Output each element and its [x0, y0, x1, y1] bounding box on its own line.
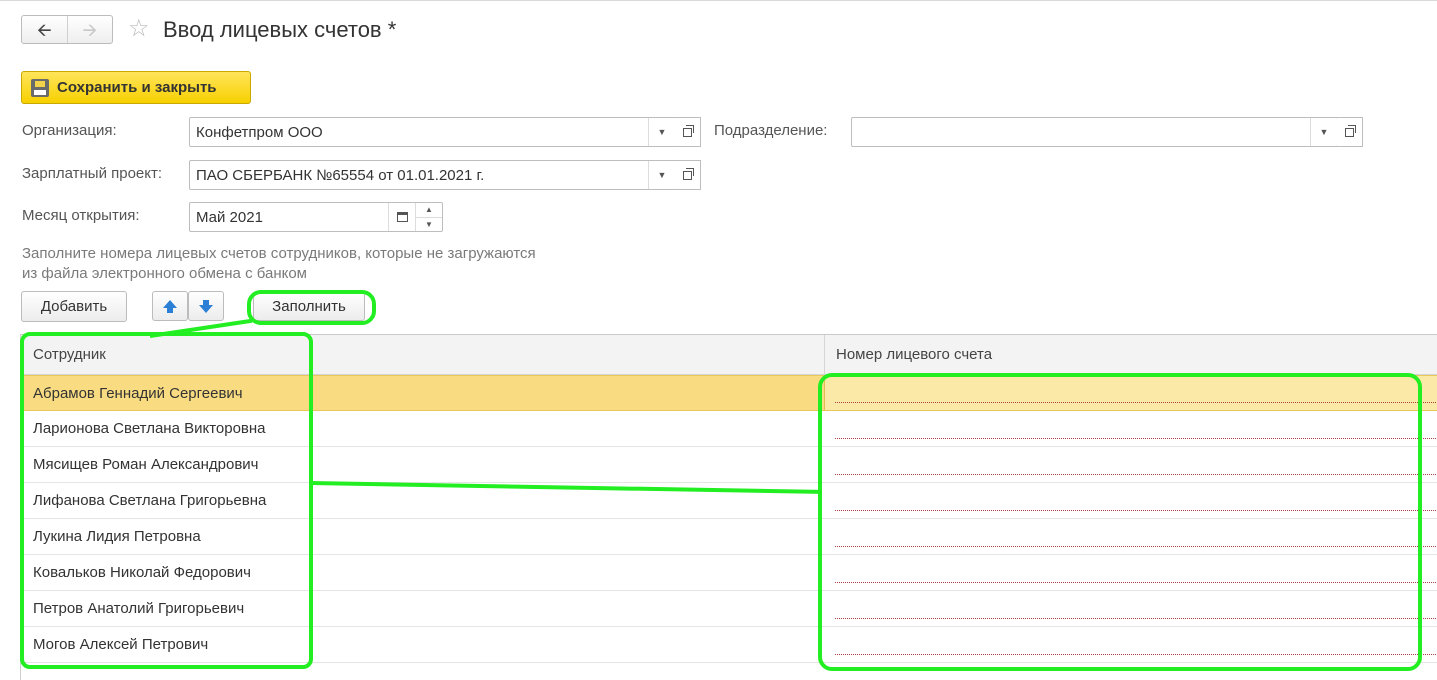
chevron-down-icon: ▼	[657, 127, 667, 137]
month-spinner[interactable]: ▲ ▼	[415, 203, 442, 231]
organization-open-button[interactable]	[675, 117, 701, 147]
top-border	[0, 0, 1437, 4]
back-button[interactable]: 🡨	[22, 16, 68, 43]
division-dropdown-button[interactable]: ▼	[1310, 118, 1337, 146]
save-and-close-button[interactable]: Сохранить и закрыть	[21, 71, 251, 104]
annotation-employee-column-highlight	[20, 332, 313, 669]
annotation-fill-button-highlight	[247, 290, 376, 325]
open-month-value: Май 2021	[196, 208, 263, 226]
open-month-field[interactable]: Май 2021 ▲ ▼	[189, 202, 443, 232]
arrow-right-icon: 🡪	[82, 19, 98, 40]
move-down-button[interactable]	[188, 291, 224, 321]
organization-field[interactable]: Конфетпром ООО ▼	[189, 117, 676, 147]
organization-dropdown-button[interactable]: ▼	[648, 118, 675, 146]
salary-project-label: Зарплатный проект:	[22, 165, 163, 182]
division-label: Подразделение:	[714, 122, 828, 139]
move-up-button[interactable]	[152, 291, 188, 321]
navigation-buttons: 🡨 🡪	[21, 15, 113, 44]
page-title: Ввод лицевых счетов *	[163, 17, 397, 42]
chevron-down-icon: ▼	[1319, 127, 1329, 137]
organization-label: Организация:	[22, 122, 117, 139]
calendar-icon	[396, 212, 408, 222]
open-month-label: Месяц открытия:	[22, 207, 140, 224]
star-icon[interactable]: ☆	[128, 15, 150, 43]
calendar-button[interactable]	[388, 203, 415, 231]
division-field[interactable]: ▼	[851, 117, 1338, 147]
spin-up-icon[interactable]: ▲	[416, 203, 442, 218]
open-form-icon	[1345, 124, 1356, 137]
open-form-icon	[683, 167, 694, 180]
salary-project-value: ПАО СБЕРБАНК №65554 от 01.01.2021 г.	[196, 166, 485, 184]
arrow-down-icon	[199, 300, 213, 313]
salary-project-dropdown-button[interactable]: ▼	[648, 161, 675, 189]
chevron-down-icon: ▼	[657, 170, 667, 180]
open-form-icon	[683, 124, 694, 137]
division-open-button[interactable]	[1337, 117, 1363, 147]
save-and-close-label: Сохранить и закрыть	[57, 79, 217, 96]
salary-project-open-button[interactable]	[675, 160, 701, 190]
spin-down-icon[interactable]: ▼	[416, 218, 442, 232]
salary-project-field[interactable]: ПАО СБЕРБАНК №65554 от 01.01.2021 г. ▼	[189, 160, 676, 190]
arrow-up-icon	[163, 300, 177, 313]
forward-button[interactable]: 🡪	[68, 16, 113, 43]
hint-text: Заполните номера лицевых счетов сотрудни…	[22, 245, 536, 282]
arrow-left-icon: 🡨	[36, 19, 52, 40]
add-button[interactable]: Добавить	[21, 291, 127, 322]
column-header-account[interactable]: Номер лицевого счета	[825, 335, 1437, 374]
annotation-account-column-highlight	[818, 373, 1422, 671]
floppy-disk-icon	[31, 78, 49, 97]
organization-value: Конфетпром ООО	[196, 123, 323, 141]
